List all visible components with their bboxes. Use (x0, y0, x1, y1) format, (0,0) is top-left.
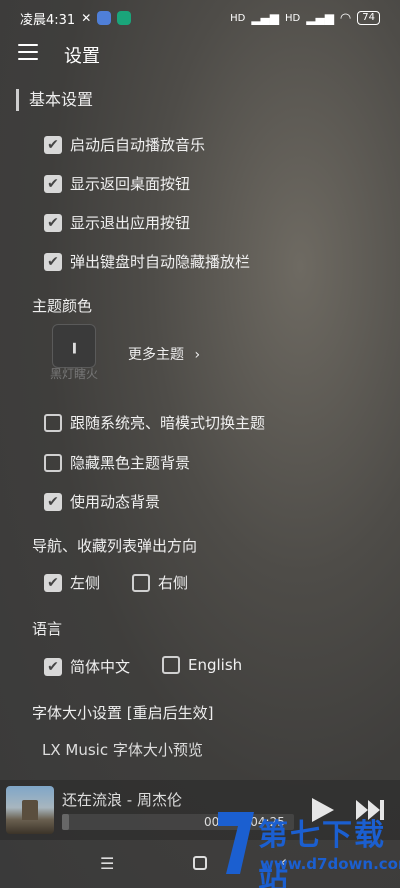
theme-tile-dark[interactable]: ╻ (52, 324, 96, 368)
checkbox[interactable] (44, 413, 62, 432)
option-english[interactable]: English (162, 656, 242, 674)
hd-label: HD (230, 12, 246, 24)
app-bar: 设置 (0, 36, 400, 72)
option-label: 右侧 (158, 574, 189, 592)
progress-fill (62, 814, 69, 830)
page-title: 设置 (64, 46, 100, 67)
section-title-basic: 基本设置 (16, 89, 93, 111)
recent-apps-icon[interactable]: ☰ (100, 854, 114, 873)
checkbox[interactable]: ✔ (44, 213, 62, 232)
option-left[interactable]: ✔ 左侧 (44, 572, 100, 593)
option-label: 隐藏黑色主题背景 (70, 454, 191, 472)
album-cover[interactable] (6, 786, 54, 834)
chevron-right-icon: › (194, 347, 201, 363)
home-icon[interactable] (193, 856, 207, 870)
mute-icon: ✕ (81, 11, 92, 25)
option-label: 简体中文 (70, 658, 131, 676)
option-label: 启动后自动播放音乐 (70, 136, 206, 154)
option-right[interactable]: 右侧 (132, 572, 188, 593)
checkbox[interactable]: ✔ (44, 657, 62, 676)
checkbox[interactable]: ✔ (44, 492, 62, 511)
wifi-icon: ◠ (339, 10, 352, 26)
option-chinese[interactable]: ✔ 简体中文 (44, 656, 130, 677)
option-label: 显示退出应用按钮 (70, 214, 191, 232)
font-size-title: 字体大小设置 [重启后生效] (32, 704, 214, 722)
option-label: 使用动态背景 (70, 493, 161, 511)
watermark: 第七下载站 www.d7down.com (214, 808, 400, 888)
option-dynamic-background[interactable]: ✔ 使用动态背景 (44, 491, 160, 512)
app-icon-green (117, 11, 132, 25)
option-show-exit-button[interactable]: ✔ 显示退出应用按钮 (44, 212, 190, 233)
option-label: 跟随系统亮、暗模式切换主题 (70, 414, 266, 432)
signal-icon: ▂▄▆ (251, 11, 279, 25)
checkbox[interactable]: ✔ (44, 174, 62, 193)
checkbox[interactable] (132, 573, 150, 592)
nav-direction-title: 导航、收藏列表弹出方向 (32, 537, 198, 555)
status-time: 凌晨4:31 (20, 12, 76, 28)
hd-label: HD (285, 12, 301, 24)
song-title: 还在流浪 - 周杰伦 (62, 791, 182, 809)
option-show-home-button[interactable]: ✔ 显示返回桌面按钮 (44, 173, 190, 194)
hamburger-menu-icon[interactable] (18, 44, 38, 60)
watermark-title: 第七下载站 (258, 818, 386, 888)
lamp-icon: ╻ (69, 333, 80, 354)
watermark-url: www.d7down.com (260, 855, 400, 873)
option-label: 显示返回桌面按钮 (70, 175, 191, 193)
theme-tile-label: 黑灯瞎火 (50, 367, 99, 381)
checkbox[interactable]: ✔ (44, 573, 62, 592)
language-title: 语言 (32, 620, 63, 638)
checkbox[interactable] (44, 453, 62, 472)
option-follow-system-theme[interactable]: 跟随系统亮、暗模式切换主题 (44, 412, 265, 433)
more-themes-label: 更多主题 (128, 347, 184, 363)
font-size-preview: LX Music 字体大小预览 (42, 741, 203, 759)
watermark-logo-icon (218, 812, 254, 874)
battery-indicator: 74 (357, 11, 380, 25)
status-bar: 凌晨4:31 ✕ HD ▂▄▆ HD ▂▄▆ ◠ 74 (0, 0, 400, 36)
option-label: 左侧 (70, 574, 101, 592)
option-hide-dark-background[interactable]: 隐藏黑色主题背景 (44, 452, 190, 473)
signal-icon: ▂▄▆ (306, 11, 334, 25)
option-hide-player-on-keyboard[interactable]: ✔ 弹出键盘时自动隐藏播放栏 (44, 251, 250, 272)
option-label: English (188, 656, 243, 674)
theme-title: 主题颜色 (32, 297, 93, 315)
more-themes-link[interactable]: 更多主题 › (128, 344, 200, 364)
checkbox[interactable]: ✔ (44, 135, 62, 154)
app-icon-blue (97, 11, 112, 25)
option-autoplay[interactable]: ✔ 启动后自动播放音乐 (44, 134, 205, 155)
checkbox[interactable] (162, 656, 180, 674)
option-label: 弹出键盘时自动隐藏播放栏 (70, 253, 251, 271)
checkbox[interactable]: ✔ (44, 252, 62, 271)
